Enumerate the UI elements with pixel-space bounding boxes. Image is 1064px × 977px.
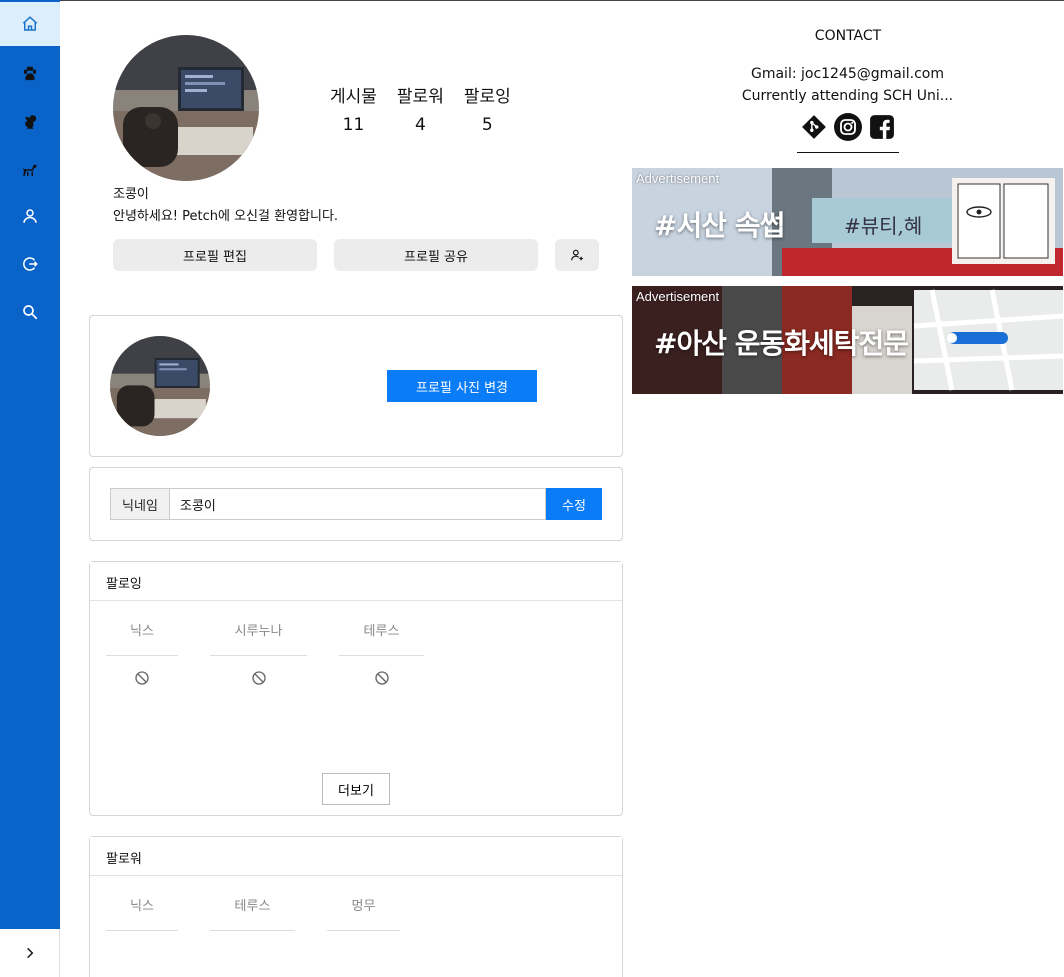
sidebar <box>0 0 60 977</box>
list-item[interactable]: 테루스 <box>339 602 424 686</box>
nickname-label: 닉네임 <box>110 488 170 520</box>
stat-following[interactable]: 팔로잉 5 <box>464 82 511 135</box>
dog-icon <box>22 164 37 176</box>
list-item[interactable]: 시루누나 <box>210 602 307 686</box>
instagram-icon[interactable] <box>834 113 862 141</box>
ad-label: Advertisement <box>636 171 720 186</box>
list-item[interactable]: 닉스 <box>106 602 178 686</box>
sidebar-item-home[interactable] <box>0 2 60 46</box>
ad-banner[interactable]: Advertisement #아산 운동화세탁전문 <box>632 286 1063 394</box>
stat-value: 4 <box>414 115 426 135</box>
block-icon[interactable] <box>210 670 307 686</box>
facebook-icon[interactable] <box>868 113 896 141</box>
change-photo-button[interactable]: 프로필 사진 변경 <box>387 370 537 402</box>
nickname-input-group: 닉네임 수정 <box>110 488 602 520</box>
paw-icon <box>23 66 37 81</box>
list-item[interactable]: 테루스 <box>210 877 295 931</box>
avatar <box>113 35 259 181</box>
more-button[interactable]: 더보기 <box>322 773 390 805</box>
follow-name: 닉스 <box>106 602 178 656</box>
list-item[interactable]: 닉스 <box>106 877 178 931</box>
followers-list: 닉스 테루스 멍무 <box>90 877 624 977</box>
search-icon <box>23 305 38 320</box>
home-icon <box>22 16 38 31</box>
sidebar-item-dog[interactable] <box>0 148 60 192</box>
nickname-input[interactable] <box>170 488 546 520</box>
list-item[interactable]: 멍무 <box>327 877 400 931</box>
stat-label: 팔로워 <box>396 87 444 107</box>
logout-icon <box>23 257 38 271</box>
ad-headline: #서산 속썹 <box>654 209 785 242</box>
block-icon[interactable] <box>106 670 178 686</box>
sidebar-item-search[interactable] <box>0 290 60 334</box>
sidebar-item-logout[interactable] <box>0 242 60 286</box>
sidebar-item-profile[interactable] <box>0 194 60 238</box>
stat-posts[interactable]: 게시물 11 <box>330 82 377 135</box>
social-links <box>797 113 899 153</box>
stat-followers[interactable]: 팔로워 4 <box>397 82 444 135</box>
follower-name: 닉스 <box>106 877 178 931</box>
contact-school: Currently attending SCH Uni... <box>741 88 954 104</box>
ad-label: Advertisement <box>636 289 720 304</box>
ad-banner[interactable]: Advertisement #서산 속썹 #뷰티,혜 <box>632 168 1063 276</box>
follow-name: 테루스 <box>339 602 424 656</box>
profile-nickname: 조콩이 <box>113 187 149 202</box>
stat-value: 11 <box>342 115 365 135</box>
ad-headline: #아산 운동화세탁전문 <box>654 327 909 360</box>
chevron-right-icon <box>26 947 33 959</box>
nickname-card: 닉네임 수정 <box>89 467 623 541</box>
block-icon[interactable] <box>339 670 424 686</box>
user-icon <box>23 209 37 223</box>
follower-name: 테루스 <box>210 877 295 931</box>
following-title: 팔로잉 <box>90 562 622 601</box>
stat-label: 게시물 <box>330 87 377 107</box>
photo-card: 프로필 사진 변경 <box>89 315 623 457</box>
stat-label: 팔로잉 <box>463 87 511 107</box>
edit-profile-button[interactable]: 프로필 편집 <box>113 239 317 271</box>
following-card: 팔로잉 닉스 시루누나 테루스 더보기 <box>89 561 623 816</box>
follower-name: 멍무 <box>327 877 400 931</box>
squirrel-icon <box>25 115 37 129</box>
sidebar-expand-button[interactable] <box>0 929 60 977</box>
follow-name: 시루누나 <box>210 602 307 656</box>
top-border <box>0 0 1064 1</box>
user-plus-icon <box>571 249 583 261</box>
stat-value: 5 <box>481 115 493 135</box>
add-friend-button[interactable] <box>555 239 599 271</box>
contact-email: Gmail: joc1245@gmail.com <box>750 66 945 82</box>
avatar-preview <box>110 336 210 436</box>
profile-bio: 안녕하세요! Petch에 오신걸 환영합니다. <box>113 209 339 224</box>
ad-sign: #뷰티,혜 <box>844 214 923 238</box>
profile-stats: 게시물 11 팔로워 4 팔로잉 5 <box>330 82 511 135</box>
following-list: 닉스 시루누나 테루스 <box>90 602 624 722</box>
sidebar-item-squirrel[interactable] <box>0 100 60 144</box>
contact-title: CONTACT <box>814 28 882 44</box>
followers-card: 팔로워 닉스 테루스 멍무 <box>89 836 623 977</box>
share-profile-button[interactable]: 프로필 공유 <box>334 239 538 271</box>
followers-title: 팔로워 <box>90 837 622 876</box>
sidebar-item-pets[interactable] <box>0 52 60 96</box>
nickname-submit-button[interactable]: 수정 <box>546 488 602 520</box>
git-icon[interactable] <box>800 113 828 141</box>
